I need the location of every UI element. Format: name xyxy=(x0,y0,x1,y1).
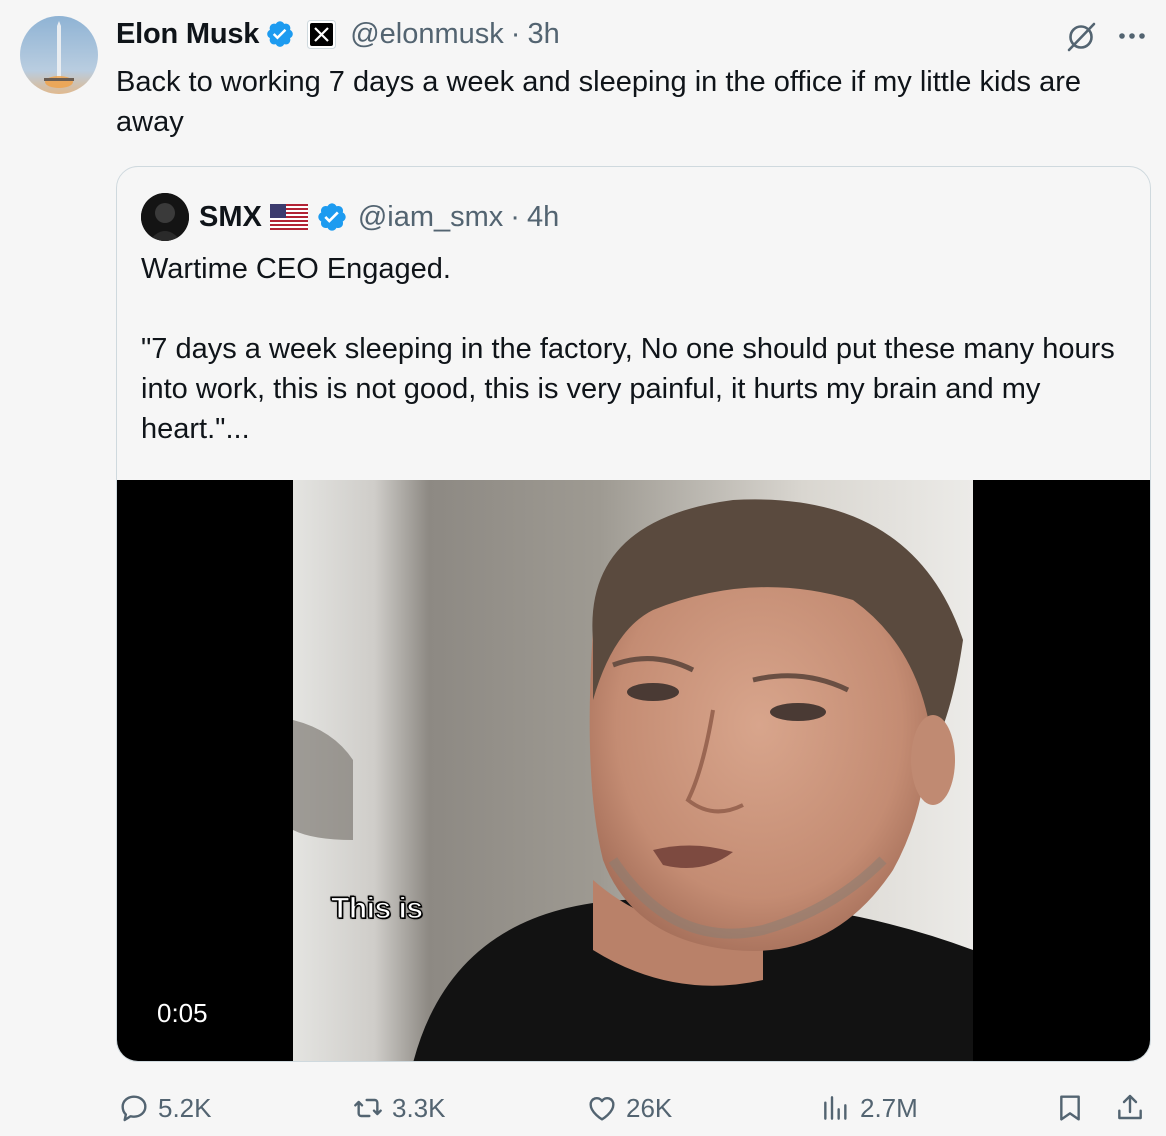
video-duration: 0:05 xyxy=(141,992,224,1035)
author-avatar[interactable] xyxy=(20,16,98,94)
quoted-author-avatar[interactable] xyxy=(141,193,189,241)
video-caption: This is xyxy=(330,891,423,925)
author-name[interactable]: Elon Musk xyxy=(116,18,259,51)
video-frame xyxy=(293,480,973,1061)
flag-us-icon xyxy=(269,204,308,230)
quoted-author-name[interactable]: SMX xyxy=(199,201,262,234)
quoted-tweet-text: Wartime CEO Engaged. "7 days a week slee… xyxy=(141,249,1131,449)
video-player[interactable]: This is 0:05 xyxy=(117,480,1150,1061)
quoted-author-handle[interactable]: @iam_smx xyxy=(358,201,503,234)
quoted-separator-dot: · xyxy=(510,200,520,233)
share-icon xyxy=(1118,1094,1142,1120)
views-button[interactable]: 2.7M xyxy=(820,1090,918,1126)
more-icon[interactable] xyxy=(1116,26,1148,46)
bookmark-icon xyxy=(1060,1095,1080,1121)
like-button[interactable]: 26K xyxy=(586,1090,672,1126)
quoted-text-line-2: "7 days a week sleeping in the factory, … xyxy=(141,333,1115,445)
quoted-tweet-card[interactable]: SMX @iam_smx · 4h Wartime CEO Engaged. "… xyxy=(116,166,1151,1062)
repost-count: 3.3K xyxy=(392,1092,446,1123)
views-count: 2.7M xyxy=(860,1092,918,1123)
tweet-timestamp[interactable]: 3h xyxy=(527,18,559,51)
x-logo-icon[interactable] xyxy=(307,19,337,49)
repost-button[interactable]: 3.3K xyxy=(352,1090,446,1126)
views-icon xyxy=(824,1096,847,1120)
author-handle[interactable]: @elonmusk xyxy=(350,18,504,51)
quoted-verified-badge-icon[interactable] xyxy=(316,201,348,233)
tweet-header: Elon Musk @elonmusk · 3h xyxy=(116,14,560,54)
reply-count: 5.2K xyxy=(158,1092,212,1123)
share-button[interactable] xyxy=(1114,1090,1146,1126)
grok-icon[interactable] xyxy=(1064,20,1098,54)
repost-icon xyxy=(354,1098,382,1118)
reply-button[interactable]: 5.2K xyxy=(118,1090,212,1126)
quoted-tweet-header: SMX @iam_smx · 4h xyxy=(141,193,559,241)
reply-icon xyxy=(121,1095,147,1122)
quoted-timestamp[interactable]: 4h xyxy=(527,201,559,234)
like-icon xyxy=(589,1096,615,1121)
like-count: 26K xyxy=(626,1092,673,1123)
verified-badge-icon[interactable] xyxy=(265,19,295,49)
tweet-text: Back to working 7 days a week and sleepi… xyxy=(116,66,1082,138)
bookmark-button[interactable] xyxy=(1054,1090,1086,1126)
quoted-text-line-1: Wartime CEO Engaged. xyxy=(141,253,451,285)
separator-dot: · xyxy=(510,17,521,50)
